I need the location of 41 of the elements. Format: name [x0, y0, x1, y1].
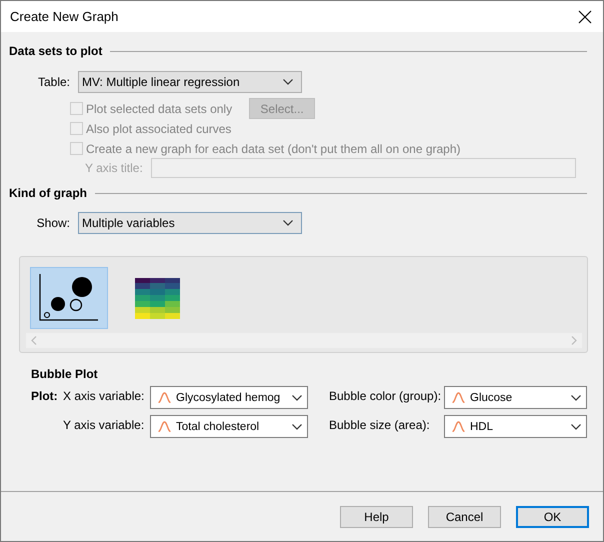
variable-dropdown[interactable]: HDL — [444, 415, 587, 438]
curve-icon — [158, 392, 171, 403]
graph-type-tile[interactable] — [30, 267, 108, 329]
section-heading: Bubble Plot — [31, 367, 98, 381]
field-label: Bubble size (area): — [329, 417, 431, 432]
curve-icon — [158, 421, 171, 432]
caret-icon — [292, 394, 302, 400]
heatmap-icon — [134, 278, 180, 318]
dialog-button[interactable]: OK — [516, 506, 589, 528]
bubble-chart-icon — [39, 274, 99, 322]
caret-icon — [571, 424, 581, 430]
field-label: Bubble color (group): — [329, 388, 442, 403]
show-label: Show: — [36, 216, 70, 230]
checkbox-label: Plot selected data sets only — [86, 102, 232, 116]
section-heading: Data sets to plot — [9, 44, 102, 58]
caret-icon — [283, 220, 293, 226]
variable-dropdown[interactable]: Glycosylated hemog — [150, 386, 308, 409]
checkbox-label: Create a new graph for each data set (don't put them all on one graph) — [86, 142, 461, 156]
checkbox-label: Also plot associated curves — [86, 122, 232, 136]
scroll-left-icon[interactable] — [31, 336, 37, 345]
curve-icon — [452, 421, 465, 432]
field-label: X axis variable: — [63, 388, 146, 403]
dialog-button[interactable]: Help — [340, 506, 413, 528]
table-dropdown[interactable]: MV: Multiple linear regression — [78, 71, 302, 93]
caret-icon — [283, 79, 293, 85]
curve-icon — [452, 392, 465, 403]
close-icon[interactable] — [577, 8, 593, 24]
caret-icon — [571, 394, 581, 400]
field-label: Y axis variable: — [63, 417, 146, 432]
scroll-right-icon[interactable] — [571, 336, 577, 345]
horizontal-scrollbar[interactable] — [26, 333, 582, 348]
table-label: Table: — [36, 75, 70, 89]
caret-icon — [292, 424, 302, 430]
dialog-button[interactable]: Cancel — [428, 506, 501, 528]
y-axis-title-label: Y axis title: — [85, 161, 143, 175]
section-heading: Kind of graph — [9, 186, 87, 200]
variable-dropdown[interactable]: Glucose — [444, 386, 587, 409]
variable-dropdown[interactable]: Total cholesterol — [150, 415, 308, 438]
show-dropdown[interactable]: Multiple variables — [78, 212, 302, 234]
window-title: Create New Graph — [10, 9, 118, 24]
plot-label: Plot: — [31, 388, 59, 403]
